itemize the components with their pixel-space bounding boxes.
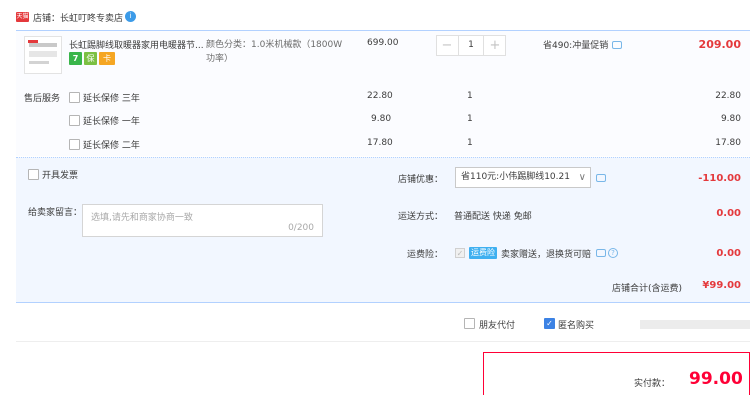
message-counter: 0/200 bbox=[288, 223, 314, 233]
insurance-text: 卖家赠送，退换货可赔 bbox=[501, 250, 592, 260]
item-subtotal: 209.00 bbox=[698, 38, 741, 51]
unit-price: 699.00 bbox=[367, 38, 399, 48]
service-price-3y: 22.80 bbox=[367, 91, 393, 101]
service-qty-1y: 1 bbox=[467, 114, 473, 124]
question-icon[interactable]: ? bbox=[608, 248, 618, 258]
insurance-value: 0.00 bbox=[716, 248, 741, 259]
service-name-3y: 延长保修 三年 bbox=[83, 94, 140, 104]
shop-discount-value: -110.00 bbox=[698, 173, 741, 184]
shop-discount-selected: 省110元:小伟踢脚线10.21 bbox=[461, 172, 570, 182]
guarantee-icon[interactable]: 保 bbox=[84, 52, 97, 65]
invoice-checkbox[interactable] bbox=[28, 169, 39, 180]
divider bbox=[16, 341, 750, 342]
insurance-checkbox: ✓ bbox=[455, 248, 465, 258]
pay-amount: 99.00 bbox=[689, 369, 743, 389]
payment-summary-box: 实付款： 99.00 bbox=[483, 352, 750, 395]
shop-badge-icon[interactable]: i bbox=[125, 11, 136, 22]
promo-info-icon[interactable] bbox=[612, 41, 622, 49]
message-placeholder: 选填,请先和商家协商一致 bbox=[91, 213, 193, 223]
shop-discount-label: 店铺优惠： bbox=[398, 175, 444, 185]
blurred-region bbox=[640, 320, 750, 329]
shop-total-label: 店铺合计(含运费) bbox=[612, 284, 683, 294]
service-name-1y: 延长保修 一年 bbox=[83, 117, 140, 127]
chevron-down-icon: ∨ bbox=[578, 172, 586, 183]
service-checkbox-3y[interactable] bbox=[69, 92, 80, 103]
service-qty-3y: 1 bbox=[467, 91, 473, 101]
service-checkbox-1y[interactable] bbox=[69, 115, 80, 126]
discount-info-icon[interactable] bbox=[596, 174, 606, 182]
shop-header: 天猫 店铺：长虹叮咚专卖店 i bbox=[0, 0, 750, 30]
friend-pay-label[interactable]: 朋友代付 bbox=[479, 318, 515, 331]
seven-day-return-icon[interactable]: 7 bbox=[69, 52, 82, 65]
product-thumbnail[interactable] bbox=[24, 36, 62, 74]
tmall-logo-icon: 天猫 bbox=[16, 12, 29, 22]
product-spec: 颜色分类：1.0米机械款（1800W功率） bbox=[206, 40, 343, 64]
service-checkbox-2y[interactable] bbox=[69, 139, 80, 150]
shipping-label: 运送方式： bbox=[398, 212, 444, 222]
anonymous-checkbox[interactable]: ✓ bbox=[544, 318, 555, 329]
shipping-method: 普通配送 快递 免邮 bbox=[454, 212, 532, 222]
service-name-2y: 延长保修 二年 bbox=[83, 141, 140, 151]
shipping-value: 0.00 bbox=[716, 208, 741, 219]
friend-pay-checkbox[interactable] bbox=[464, 318, 475, 329]
shop-discount-select[interactable]: 省110元:小伟踢脚线10.21 ∨ bbox=[455, 167, 591, 188]
service-qty-2y: 1 bbox=[467, 138, 473, 148]
qty-input[interactable]: 1 bbox=[458, 36, 484, 55]
service-label: 售后服务 bbox=[24, 94, 61, 104]
insurance-chat-icon[interactable] bbox=[596, 249, 606, 257]
service-total-2y: 17.80 bbox=[715, 138, 741, 148]
service-price-1y: 9.80 bbox=[371, 114, 392, 124]
invoice-label[interactable]: 开具发票 bbox=[42, 168, 78, 181]
service-total-1y: 9.80 bbox=[720, 114, 741, 124]
shop-name-link[interactable]: 店铺：长虹叮咚专卖店 bbox=[33, 11, 123, 24]
insurance-chip: 运费险 bbox=[469, 247, 497, 259]
promo-text: 省490:冲量促销 bbox=[543, 41, 609, 51]
insurance-label: 运费险： bbox=[407, 250, 444, 260]
product-title-link[interactable]: 长虹踢脚线取暖器家用电暖器节... bbox=[69, 38, 204, 51]
shop-total-value: ¥99.00 bbox=[702, 280, 741, 291]
anonymous-label[interactable]: 匿名购买 bbox=[558, 318, 594, 331]
card-pay-icon[interactable]: 卡 bbox=[99, 52, 115, 65]
service-price-2y: 17.80 bbox=[367, 138, 393, 148]
message-label: 给卖家留言： bbox=[28, 208, 83, 218]
quantity-stepper: − 1 + bbox=[436, 35, 506, 56]
qty-minus-button[interactable]: − bbox=[437, 36, 457, 55]
service-total-3y: 22.80 bbox=[715, 91, 741, 101]
message-textarea[interactable]: 选填,请先和商家协商一致 0/200 bbox=[82, 204, 323, 237]
qty-plus-button[interactable]: + bbox=[485, 36, 505, 55]
pay-label: 实付款： bbox=[634, 379, 671, 389]
